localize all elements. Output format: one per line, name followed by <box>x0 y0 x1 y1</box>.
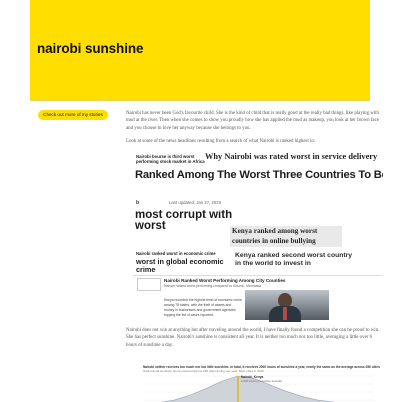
site-header: nairobi sunshine <box>30 0 370 100</box>
clip-economic-crime-headline: worst in global economic crime <box>136 258 224 275</box>
header-divider <box>30 100 370 101</box>
clip-city-counties-sub: Nairobi ranked worst performing compared… <box>164 284 262 288</box>
article-paragraph-1: Nairobi has never been God's favourite c… <box>126 111 379 131</box>
clip-bourse-headline: Nairobi bourse is third worst performing… <box>136 154 205 164</box>
clip-invest-headline: Kenya ranked second worst country in the… <box>235 252 353 268</box>
chart-canvas: Nairobi, Kenya2,000 hours of sunshine an… <box>144 375 374 402</box>
clip-worst-countries-headline: Ranked Among The Worst Three Countries T… <box>135 169 383 181</box>
clip-bullying-headline: Kenya ranked among worst countries in on… <box>232 227 318 245</box>
chart-highlight-value: 2,000 hours of sunshine annually <box>241 379 283 383</box>
governor-photo <box>245 290 329 322</box>
clip-economic-small: Nairobi ranked worst in economic crime <box>136 251 216 256</box>
more-stories-button[interactable]: Check out more of my stories <box>38 110 108 120</box>
brand-icon: b <box>136 200 140 206</box>
clip-date: Last updated: Jan 27, 2020 <box>169 200 222 205</box>
headline-collage-image: Nairobi bourse is third worst performing… <box>133 150 383 322</box>
clip-city-counties-headline: Nairobi Ranked Worst Performing Among Ci… <box>164 278 286 283</box>
site-title[interactable]: nairobi sunshine <box>37 41 144 56</box>
left-margin <box>0 0 30 400</box>
collage-divider <box>133 275 383 276</box>
sunshine-chart: Nairobi neither receives too much nor to… <box>134 362 384 402</box>
clip-economic-crime-body: Kenya recorded the highest level of econ… <box>164 298 242 317</box>
page: nairobi sunshine Check out more of my st… <box>0 0 400 402</box>
article-paragraph-2: Look at some of the news headlines resul… <box>126 139 316 144</box>
article-paragraph-3: Nairobi does not win at anything but aft… <box>126 328 380 348</box>
news-logo-icon <box>137 278 161 291</box>
clip-corrupt-headline: most corrupt with worst <box>135 210 233 232</box>
clip-service-delivery-headline: Why Nairobi was rated worst in service d… <box>205 153 378 161</box>
photo-tie <box>283 307 287 320</box>
